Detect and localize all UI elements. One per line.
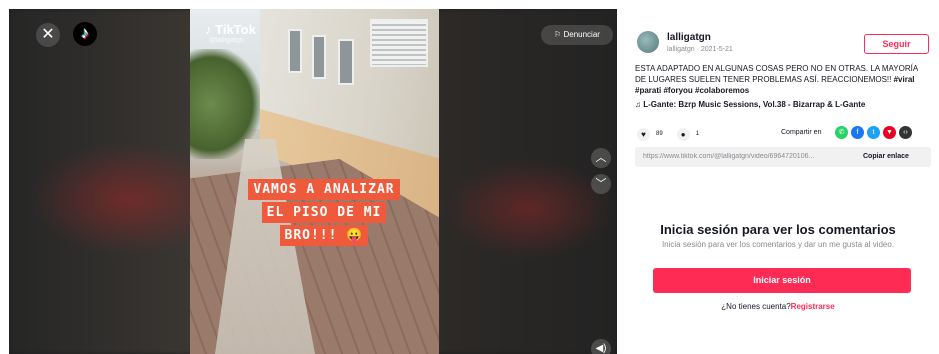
video-stage: ♪ TikTok @lalligatgn VAMOS A ANALIZAR EL… — [9, 9, 617, 354]
page: ♪ TikTok @lalligatgn VAMOS A ANALIZAR EL… — [0, 0, 939, 354]
link-box: https://www.tiktok.com/@lalligatgn/video… — [635, 147, 931, 167]
watermark-logo-icon: ♪ — [205, 22, 216, 37]
facebook-icon[interactable]: f — [851, 126, 864, 139]
video-scene-window — [288, 29, 302, 73]
share-icons: ✆ f t ▼ ‹› — [835, 126, 915, 139]
previous-video-chevron-up-icon[interactable]: ︿ — [591, 148, 611, 168]
caption-line-1: VAMOS A ANALIZAR — [248, 179, 400, 200]
side-panel: lalligatgn lalligatgn · 2021-5-21 Seguir… — [617, 9, 939, 354]
tiktok-logo-icon[interactable]: ♪ — [73, 22, 97, 46]
video-caption: VAMOS A ANALIZAR EL PISO DE MI BRO!!! 😛 — [239, 179, 409, 248]
engagement-counts: ♥ 89 ● 1 — [637, 127, 699, 141]
whatsapp-icon[interactable]: ✆ — [835, 126, 848, 139]
pinterest-icon[interactable]: ▼ — [883, 126, 896, 139]
avatar[interactable] — [637, 31, 659, 53]
caption-line-3: BRO!!! 😛 — [279, 225, 369, 246]
twitter-icon[interactable]: t — [867, 126, 880, 139]
music-note-icon: ♫ — [635, 100, 644, 109]
signup-prompt: ¿No tienes cuenta?Registrarse — [617, 302, 939, 311]
watermark-handle: @lalligatgn — [209, 37, 244, 44]
video-scene-window — [312, 35, 326, 79]
report-button[interactable]: ⚐ Denunciar — [541, 25, 613, 45]
tiktok-watermark: ♪ TikTok @lalligatgn — [205, 22, 256, 44]
author-subline: lalligatgn · 2021-5-21 — [667, 46, 733, 53]
flag-icon: ⚐ — [554, 30, 562, 39]
login-subtitle: Inicia sesión para ver los comentarios y… — [661, 240, 895, 249]
author-username[interactable]: lalligatgn — [667, 32, 711, 43]
embed-icon[interactable]: ‹› — [899, 126, 912, 139]
like-count: 89 — [656, 131, 663, 137]
share-label: Compartir en — [781, 129, 822, 136]
report-label: Denunciar — [563, 30, 600, 39]
copy-link-button[interactable]: Copiar enlace — [863, 153, 909, 160]
follow-button[interactable]: Seguir — [864, 34, 929, 54]
comment-count: 1 — [695, 131, 700, 137]
next-video-chevron-down-icon[interactable]: ﹀ — [591, 174, 611, 194]
login-button[interactable]: Iniciar sesión — [653, 268, 911, 293]
post-date: 2021-5-21 — [700, 46, 733, 53]
no-account-text: ¿No tienes cuenta? — [721, 302, 791, 311]
video-scene-shutter — [370, 19, 428, 67]
volume-icon[interactable]: ◀) — [591, 339, 611, 354]
register-link[interactable]: Registrarse — [791, 302, 835, 311]
heart-icon[interactable]: ♥ — [637, 127, 650, 141]
comment-icon[interactable]: ● — [676, 127, 690, 141]
video-link[interactable]: https://www.tiktok.com/@lalligatgn/video… — [643, 153, 855, 160]
video-scene-window — [338, 39, 354, 85]
music-link[interactable]: ♫ L-Gante: Bzrp Music Sessions, Vol.38 -… — [635, 100, 865, 109]
author-handle: lalligatgn — [667, 46, 695, 53]
description-text: ESTA ADAPTADO EN ALGUNAS COSAS PERO NO E… — [635, 64, 918, 84]
music-title: L-Gante: Bzrp Music Sessions, Vol.38 - B… — [643, 100, 866, 109]
post-description: ESTA ADAPTADO EN ALGUNAS COSAS PERO NO E… — [635, 63, 931, 96]
close-icon[interactable]: ✕ — [36, 23, 60, 47]
caption-line-2: EL PISO DE MI — [261, 202, 387, 223]
login-title: Inicia sesión para ver los comentarios — [660, 222, 896, 237]
watermark-brand: TikTok — [215, 22, 256, 37]
